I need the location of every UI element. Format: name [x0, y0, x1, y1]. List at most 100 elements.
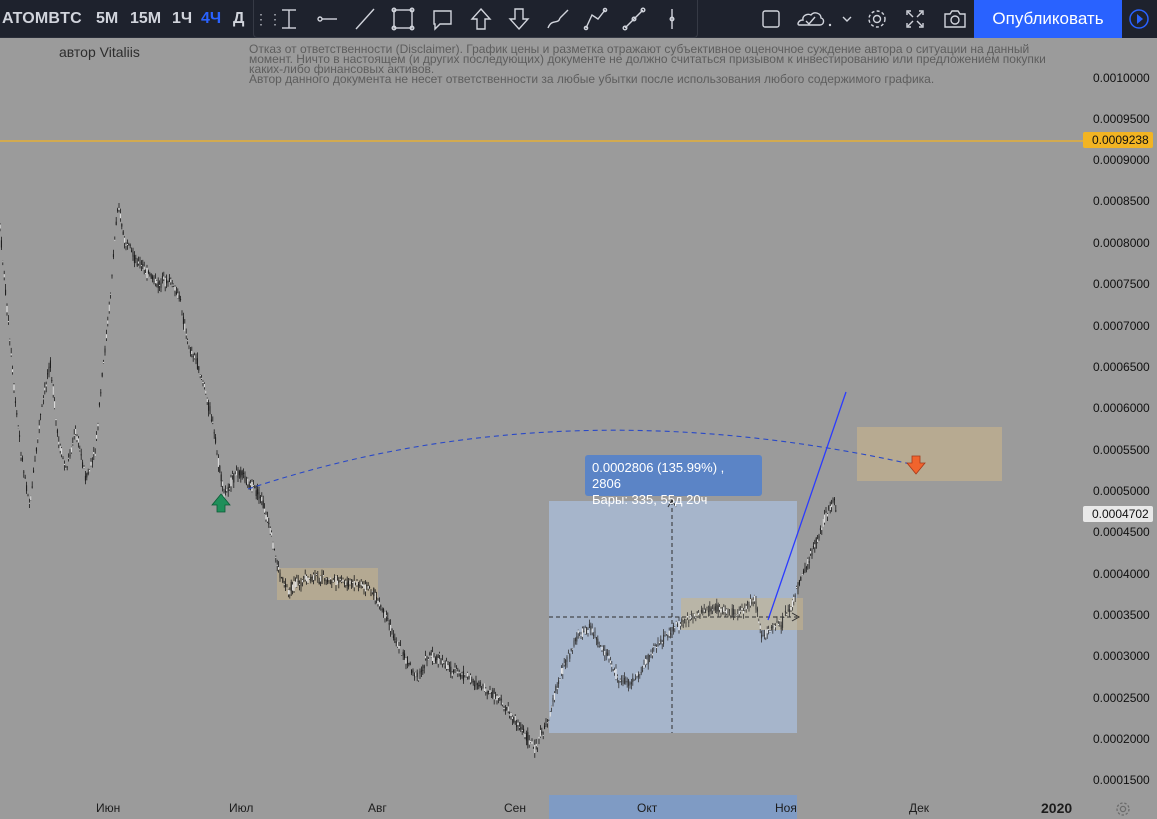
- candle-body: [236, 470, 238, 476]
- candle-body: [306, 575, 308, 582]
- candle-body: [366, 584, 368, 587]
- candle-body: [352, 581, 354, 583]
- time-label: Июн: [96, 801, 121, 815]
- candle-body: [777, 623, 779, 626]
- candle-body: [702, 610, 704, 614]
- candle-body: [429, 653, 431, 656]
- candle-body: [244, 475, 246, 482]
- candle-body: [742, 611, 744, 614]
- candle-body: [546, 722, 548, 724]
- candle-body: [783, 618, 785, 620]
- candle-body: [255, 490, 257, 497]
- candle-body: [460, 675, 462, 677]
- candle-body: [531, 741, 533, 745]
- candle-body: [570, 648, 572, 651]
- candle-body: [671, 630, 673, 632]
- candle-body: [258, 492, 260, 500]
- candle-body: [52, 386, 54, 395]
- candle-body: [19, 435, 21, 437]
- candle-body: [0, 240, 2, 248]
- candle-body: [279, 572, 281, 578]
- candle-body: [506, 706, 508, 710]
- candle-body: [794, 595, 796, 597]
- candle-body: [132, 251, 134, 257]
- candle-body: [468, 676, 470, 679]
- candle-body: [821, 527, 823, 531]
- candle-body: [758, 621, 760, 624]
- price-chart[interactable]: [0, 0, 1157, 819]
- candle-body: [357, 583, 359, 586]
- candle-body: [321, 574, 323, 584]
- candle-body: [773, 625, 775, 630]
- time-label: 2020: [1041, 800, 1073, 816]
- candle-body: [803, 570, 805, 574]
- candle-body: [465, 677, 467, 679]
- candle-body: [486, 692, 488, 694]
- candle-body: [798, 580, 800, 585]
- candle-body: [797, 586, 799, 589]
- candle-body: [665, 632, 667, 634]
- candle-body: [210, 419, 212, 421]
- time-range-highlight: [549, 795, 797, 819]
- price-label: 0.0004000: [1093, 567, 1150, 581]
- candle-body: [203, 383, 205, 388]
- horizontal-line-price-tag: 0.0009238: [1083, 132, 1153, 148]
- candle-body: [626, 681, 628, 683]
- candle-body: [579, 636, 581, 638]
- candle-body: [496, 695, 498, 701]
- candle-body: [796, 587, 798, 589]
- candle-body: [103, 361, 105, 364]
- candle-body: [740, 610, 742, 612]
- candle-body: [119, 213, 121, 219]
- candle-body: [489, 690, 491, 694]
- candle-body: [125, 244, 127, 246]
- candle-body: [369, 587, 371, 589]
- candle-body: [240, 470, 242, 478]
- candle-body: [612, 669, 614, 671]
- price-label: 0.0003500: [1093, 608, 1150, 622]
- candle-body: [427, 658, 429, 660]
- candle-body: [455, 669, 457, 671]
- candle-body: [296, 578, 298, 587]
- candle-body: [646, 659, 648, 664]
- candle-body: [66, 466, 68, 468]
- candle-body: [45, 384, 47, 387]
- scale-settings-icon[interactable]: [1114, 800, 1132, 818]
- candle-body: [493, 693, 495, 700]
- candle-body: [509, 714, 511, 716]
- candle-body: [72, 443, 74, 445]
- candle-body: [609, 660, 611, 664]
- candle-body: [348, 580, 350, 588]
- candle-body: [147, 271, 149, 273]
- candle-body: [532, 747, 534, 749]
- candle-body: [117, 209, 119, 211]
- candle-body: [639, 672, 641, 674]
- candle-body: [653, 646, 655, 648]
- candle-body: [642, 670, 644, 672]
- candle-body: [594, 631, 596, 633]
- candle-body: [30, 496, 32, 501]
- candle-body: [600, 645, 602, 647]
- candle-body: [87, 472, 89, 475]
- candle-body: [161, 276, 163, 278]
- candle-body: [315, 573, 317, 576]
- candle-body: [741, 608, 743, 610]
- candle-body: [716, 604, 718, 612]
- candle-body: [597, 638, 599, 645]
- candle-body: [83, 466, 85, 468]
- candle-body: [275, 556, 277, 558]
- candle-body: [688, 621, 690, 623]
- candle-body: [215, 437, 217, 443]
- candle-body: [681, 619, 683, 623]
- candle-body: [583, 630, 585, 632]
- candle-body: [713, 607, 715, 610]
- candle-body: [49, 360, 51, 368]
- candle-body: [441, 660, 443, 664]
- candle-body: [20, 456, 22, 458]
- candle-body: [419, 671, 421, 674]
- candle-body: [825, 510, 827, 512]
- candle-body: [265, 514, 267, 520]
- candle-body: [525, 733, 527, 741]
- candle-body: [110, 293, 112, 295]
- candle-body: [139, 262, 141, 264]
